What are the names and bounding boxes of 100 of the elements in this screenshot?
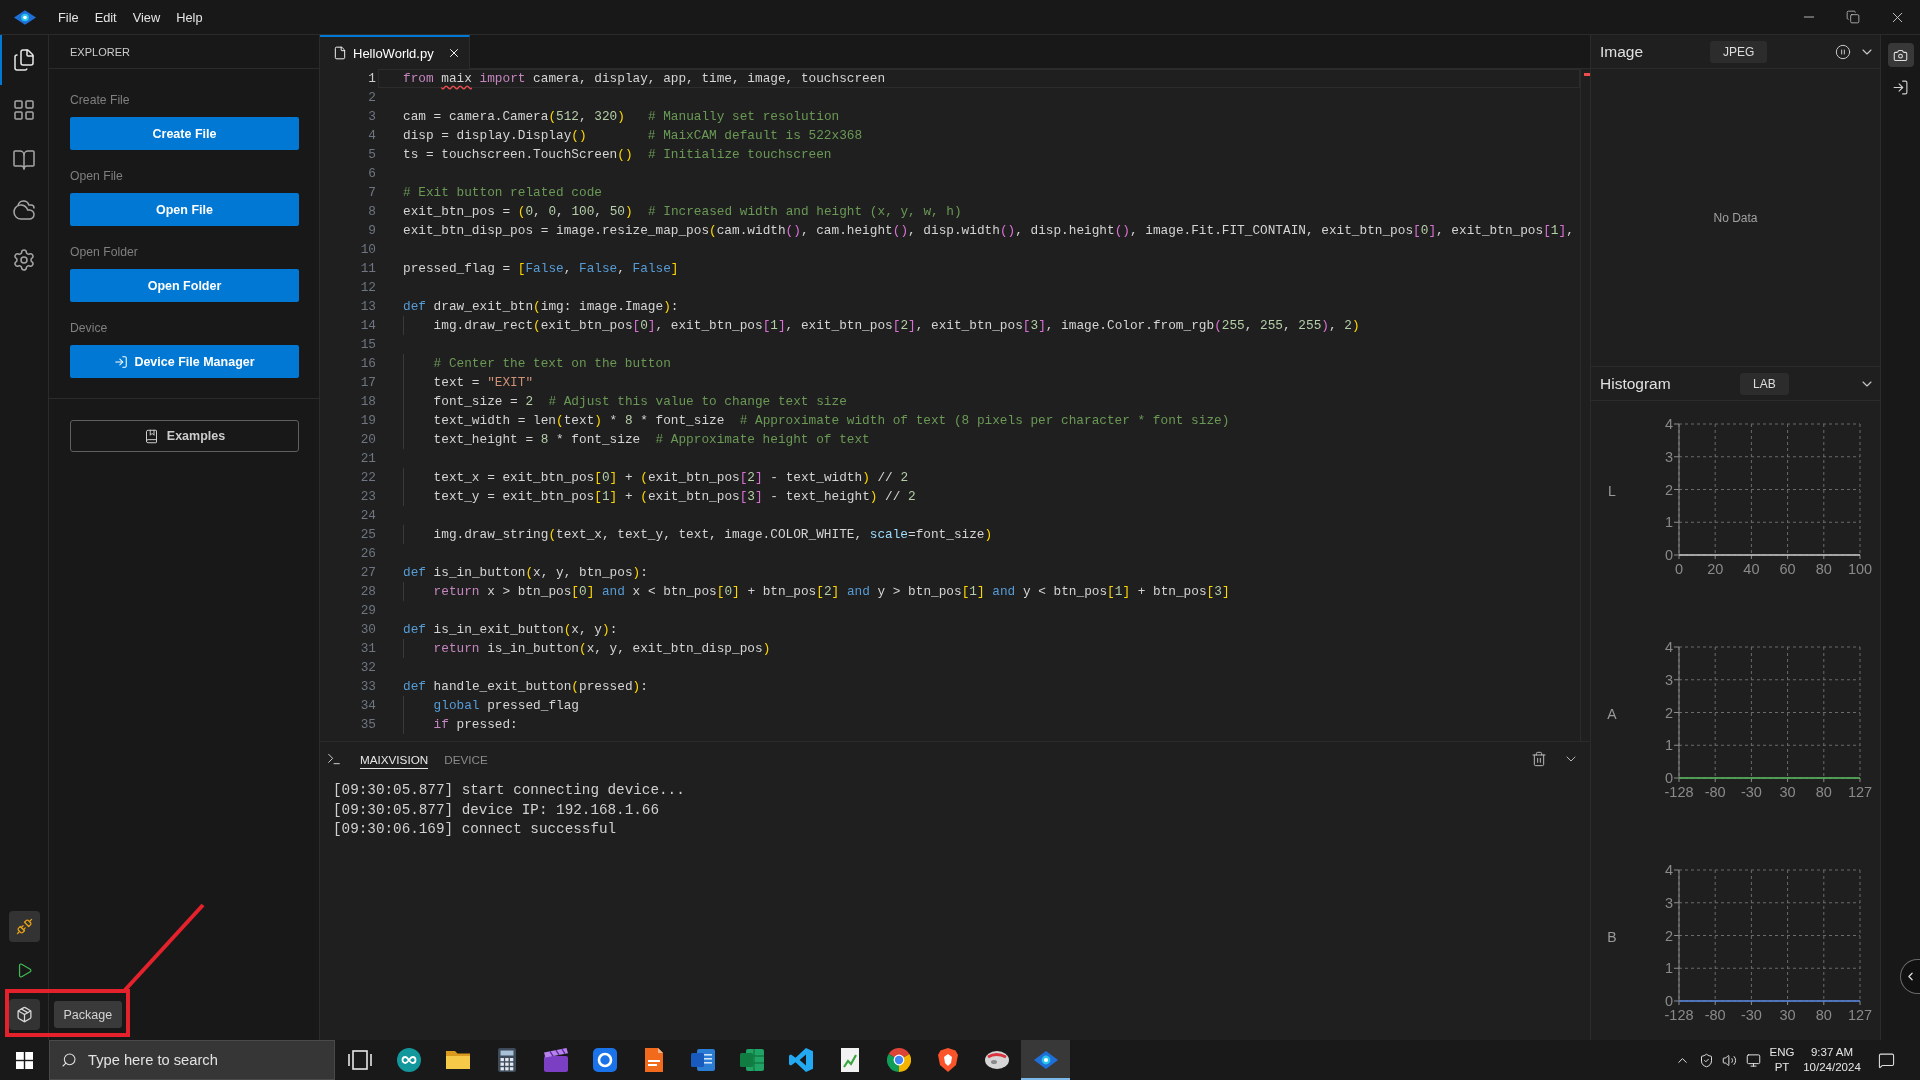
line-number: 20 — [360, 431, 376, 449]
line-number: 30 — [360, 621, 376, 639]
panel-tab[interactable]: MAIXVISION — [360, 749, 429, 769]
code-line: img.draw_string(text_x, text_y, text, image.COLOR_WHITE, scale=font_size) — [433, 526, 993, 544]
code-line: return is_in_button(x, y, exit_btn_disp_pos) — [433, 640, 771, 658]
snapshot-button[interactable] — [1887, 43, 1914, 67]
tick-label: 4 — [1664, 416, 1673, 432]
tick-label: 1 — [1664, 960, 1673, 977]
panel-title: Histogram — [1600, 374, 1672, 393]
line-number: 6 — [368, 165, 376, 183]
chart-label: B — [1607, 929, 1617, 945]
code-line: # Exit button related code — [403, 184, 602, 202]
line-number: 1 — [368, 70, 376, 88]
trash-icon[interactable] — [1531, 751, 1547, 767]
terminal-icon — [326, 751, 342, 767]
connect-button[interactable] — [8, 911, 40, 942]
tick-label: 1 — [1664, 514, 1673, 531]
code-line: def draw_exit_btn(img: image.Image): — [403, 298, 679, 316]
code-line: font_size = 2 # Adjust this value to change text size — [433, 393, 847, 411]
arrow-into-box-icon[interactable] — [1892, 79, 1909, 96]
start-icon[interactable] — [15, 1051, 33, 1069]
line-number: 19 — [360, 412, 376, 430]
code-line: return x > btn_pos[0] and x < btn_pos[0] + btn_pos[2] and y > btn_pos[1] and y < btn_pos[1] + btn_pos[3] — [433, 583, 1230, 601]
tick-label: 0 — [1664, 770, 1673, 786]
format-badge[interactable]: JPEG — [1710, 40, 1768, 63]
panel-title: Image — [1600, 42, 1645, 61]
monitor-icon[interactable] — [1745, 1052, 1761, 1068]
section-label: Open File — [70, 168, 123, 185]
camera-icon — [1893, 47, 1908, 63]
speaker-icon[interactable] — [1721, 1052, 1737, 1068]
notification-icon[interactable] — [1877, 1051, 1895, 1069]
line-number: 23 — [360, 488, 376, 506]
keyboard-layout[interactable]: PT — [1774, 1060, 1790, 1075]
action-button[interactable]: Open File — [70, 193, 299, 226]
eye-logo-icon — [1033, 1048, 1058, 1072]
tick-label: -30 — [1740, 784, 1762, 800]
tick-label: 30 — [1779, 784, 1796, 800]
clock-time[interactable]: 9:37 AM — [1810, 1045, 1854, 1060]
action-button[interactable]: Open Folder — [70, 269, 299, 302]
line-number: 13 — [360, 298, 376, 316]
code-line: ts = touchscreen.TouchScreen() # Initialize touchscreen — [403, 146, 832, 164]
code-line: text = "EXIT" — [433, 374, 534, 392]
line-number: 14 — [360, 317, 376, 335]
code-line: text_x = exit_btn_pos[0] + (exit_btn_pos[2] - text_width) // 2 — [433, 469, 909, 487]
menu-item[interactable]: View — [124, 4, 169, 30]
shield-icon[interactable] — [1698, 1052, 1714, 1068]
clapperboard-icon — [543, 1048, 568, 1072]
clock-date[interactable]: 10/24/2024 — [1803, 1060, 1861, 1075]
line-number: 32 — [360, 659, 376, 677]
panel-tab[interactable]: DEVICE — [444, 749, 488, 769]
tick-label: -128 — [1664, 784, 1694, 800]
tick-label: 80 — [1815, 561, 1832, 577]
line-number: 29 — [360, 602, 376, 620]
editor-tab[interactable]: HelloWorld.py — [320, 35, 470, 69]
shield-logo-icon — [935, 1048, 960, 1072]
tick-label: 60 — [1779, 561, 1796, 577]
search-field[interactable]: Type here to search — [49, 1040, 335, 1080]
cloud-icon — [12, 198, 36, 222]
line-number: 34 — [360, 697, 376, 715]
log-line: [09:30:05.877] device IP: 192.168.1.66 — [333, 800, 660, 820]
taskbar-app[interactable] — [1021, 1040, 1070, 1080]
action-button[interactable]: Create File — [70, 117, 299, 150]
tick-label: 2 — [1664, 927, 1673, 944]
line-number: 31 — [360, 640, 376, 658]
code-line: # Center the text on the button — [433, 355, 671, 373]
ring-logo-icon — [592, 1048, 617, 1072]
tick-label: 0 — [1664, 547, 1673, 563]
section-label: Create File — [70, 92, 130, 109]
line-number: 5 — [368, 146, 376, 164]
menu-item[interactable]: Edit — [86, 4, 125, 30]
language-indicator[interactable]: ENG — [1769, 1045, 1795, 1060]
tick-label: -80 — [1704, 1007, 1726, 1023]
mode-badge[interactable]: LAB — [1740, 372, 1789, 395]
menu-item[interactable]: Help — [168, 4, 211, 30]
tick-label: 80 — [1815, 1007, 1832, 1023]
bookmark-book-icon — [143, 428, 159, 444]
line-number: 18 — [360, 393, 376, 411]
folder-icon — [445, 1048, 470, 1072]
examples-button[interactable]: Examples — [70, 420, 299, 452]
tick-label: 0 — [1664, 993, 1673, 1009]
restore-icon[interactable] — [1846, 10, 1860, 24]
tick-label: 3 — [1664, 448, 1673, 465]
tick-label: 2 — [1664, 481, 1673, 498]
menu-item[interactable]: File — [50, 4, 87, 30]
code-line: text_height = 8 * font_size # Approximate height of text — [433, 431, 870, 449]
ribbon-logo-icon — [788, 1048, 813, 1072]
panel-title: EXPLORER — [70, 45, 130, 58]
empty-message: No Data — [1713, 210, 1758, 225]
pause-icon[interactable] — [1835, 43, 1851, 60]
tick-label: 80 — [1815, 784, 1832, 800]
action-button[interactable]: Device File Manager — [70, 345, 299, 378]
tick-label: 1 — [1664, 737, 1673, 754]
line-number: 35 — [360, 716, 376, 734]
tick-label: -128 — [1664, 1007, 1694, 1023]
line-number: 33 — [360, 678, 376, 696]
tick-label: 40 — [1743, 561, 1760, 577]
code-line: pressed_flag = [False, False, False] — [403, 260, 679, 278]
files-icon — [12, 48, 36, 72]
collapse-button[interactable] — [1900, 959, 1920, 994]
line-number: 12 — [360, 279, 376, 297]
